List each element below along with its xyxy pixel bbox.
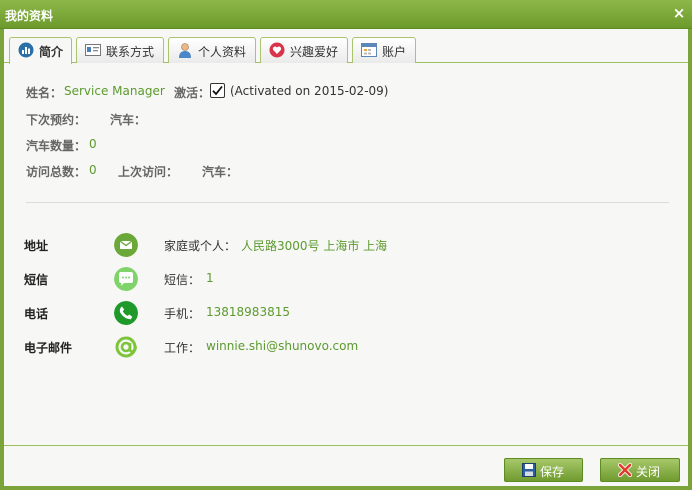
sms-label: 短信 [24,273,49,287]
phone-value[interactable]: 13818983815 [206,305,290,319]
email-label: 电子邮件 [24,341,73,355]
phone-icon [114,301,138,325]
chat-bubble-icon [114,267,138,291]
tab-bar: 简介 联系方式 个人资料 兴趣爱好 账户 [4,29,688,64]
section-divider [26,202,669,203]
floppy-disk-icon [522,463,536,477]
close-button[interactable]: 关闭 [600,458,680,482]
last-visit-label: 上次访问： [118,165,179,179]
name-label: 姓名： [26,86,63,100]
contact-card-icon [85,44,101,56]
phone-label: 电话 [24,307,49,321]
tab-account[interactable]: 账户 [352,37,416,63]
car-label: 汽车： [202,165,239,179]
dialog-body: 简介 联系方式 个人资料 兴趣爱好 账户 姓名： Service Manager… [4,29,688,486]
at-sign-icon [115,336,137,358]
sms-value[interactable]: 1 [206,271,214,285]
tab-label: 简介 [39,45,64,59]
dialog-footer: 保存 关闭 [4,445,688,486]
address-value[interactable]: 人民路3000号 上海市 上海 [241,237,387,254]
close-x-icon [618,463,632,477]
calendar-icon [361,43,377,57]
save-label: 保存 [540,465,565,479]
dialog-titlebar: 我的资料 × [0,0,692,29]
email-value[interactable]: winnie.shi@shunovo.com [206,339,358,353]
activated-label: 激活： [174,86,211,100]
tab-contact[interactable]: 联系方式 [76,37,164,63]
close-label: 关闭 [636,465,661,479]
tab-label: 个人资料 [198,45,247,59]
person-icon [179,43,191,58]
checkmark-icon [212,85,223,96]
tab-label: 兴趣爱好 [290,45,339,59]
address-label: 地址 [24,239,49,253]
sms-type-label: 短信： [164,273,201,287]
profile-dialog: 我的资料 × 简介 联系方式 个人资料 兴趣爱好 账户 姓名： Service … [0,0,692,490]
visit-total-label: 访问总数： [26,165,87,179]
next-booking-label: 下次预约： [26,113,87,127]
name-value: Service Manager [64,84,165,98]
tab-label: 账户 [382,45,407,59]
email-type-label: 工作： [164,341,201,355]
phone-type-label: 手机： [164,307,201,321]
tab-interests[interactable]: 兴趣爱好 [260,37,348,63]
dialog-title: 我的资料 [5,9,54,23]
tab-profile[interactable]: 个人资料 [168,37,256,63]
bar-chart-icon [18,42,34,58]
close-icon[interactable]: × [672,5,686,21]
mail-icon [114,233,138,257]
activated-checkbox[interactable] [210,83,225,98]
tab-summary[interactable]: 简介 [9,37,72,64]
visit-total-value: 0 [89,163,97,177]
heart-icon [269,42,285,58]
address-type-label: 家庭或个人： [164,239,237,253]
car-count-label: 汽车数量： [26,139,87,153]
car-label: 汽车： [110,113,147,127]
car-count-value: 0 [89,137,97,151]
tab-label: 联系方式 [106,45,155,59]
activated-text: (Activated on 2015-02-09) [230,84,389,98]
save-button[interactable]: 保存 [504,458,583,482]
